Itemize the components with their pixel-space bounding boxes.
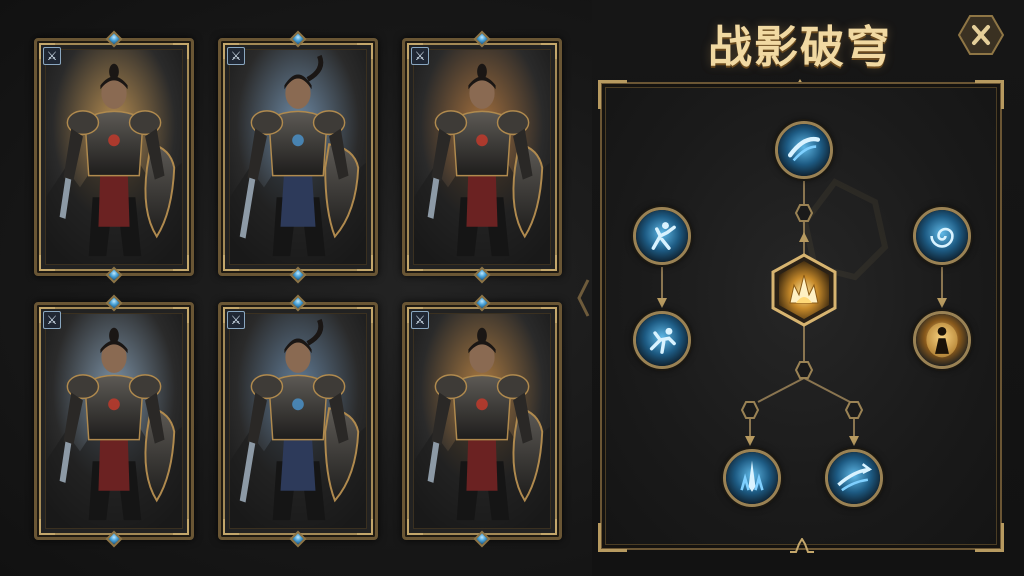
page-title: 战影破穹 [708,22,892,73]
frame-corner [598,523,627,552]
card-corner [173,307,189,323]
class-badge-icon: ⚔ [411,47,429,65]
hero-portrait [413,49,551,265]
class-badge-icon: ⚔ [227,47,245,65]
hero-portrait [229,313,367,529]
tree-junction [795,204,813,222]
golden-aura-icon [916,314,968,366]
ground-spike-icon [726,452,778,504]
hero-portrait [45,49,183,265]
card-corner [357,43,373,59]
wind-sweep-icon [828,452,880,504]
card-corner [541,519,557,535]
card-corner [541,43,557,59]
frame-bottom-ornament [790,538,814,553]
skill-node[interactable] [775,121,833,179]
hero-portrait [413,313,551,529]
tree-junction [741,401,759,419]
core-skill-node[interactable] [770,253,838,327]
hero-portrait [229,49,367,265]
slash-wave-icon [778,124,830,176]
tree-junction [845,401,863,419]
hero-card[interactable]: ⚔ [402,30,562,284]
hero-card[interactable]: ⚔ [218,294,378,548]
card-corner [39,255,55,271]
close-button[interactable] [958,14,1004,56]
card-corner [173,255,189,271]
card-corner [541,255,557,271]
skill-node[interactable] [633,207,691,265]
class-badge-icon: ⚔ [43,311,61,329]
card-corner [407,519,423,535]
tree-junction [795,361,813,379]
dash-strike-icon [636,210,688,262]
skill-node[interactable] [723,449,781,507]
card-corner [357,255,373,271]
card-corner [39,519,55,535]
skill-node[interactable] [913,311,971,369]
card-corner [541,307,557,323]
collapse-chevron-icon[interactable] [576,278,592,318]
card-corner [223,255,239,271]
card-corner [173,43,189,59]
frame-corner [975,80,1004,109]
frame-corner [975,523,1004,552]
card-corner [357,307,373,323]
frame-corner [598,80,627,109]
class-badge-icon: ⚔ [411,311,429,329]
card-corner [357,519,373,535]
hero-card[interactable]: ⚔ [34,30,194,284]
hero-card[interactable]: ⚔ [34,294,194,548]
hero-card[interactable]: ⚔ [402,294,562,548]
skill-node[interactable] [825,449,883,507]
hero-card[interactable]: ⚔ [218,30,378,284]
card-corner [173,519,189,535]
card-corner [223,519,239,535]
skill-node[interactable] [633,311,691,369]
hero-portrait [45,313,183,529]
leap-attack-icon [636,314,688,366]
vortex-icon [916,210,968,262]
class-badge-icon: ⚔ [43,47,61,65]
card-corner [407,255,423,271]
class-badge-icon: ⚔ [227,311,245,329]
skill-node[interactable] [913,207,971,265]
